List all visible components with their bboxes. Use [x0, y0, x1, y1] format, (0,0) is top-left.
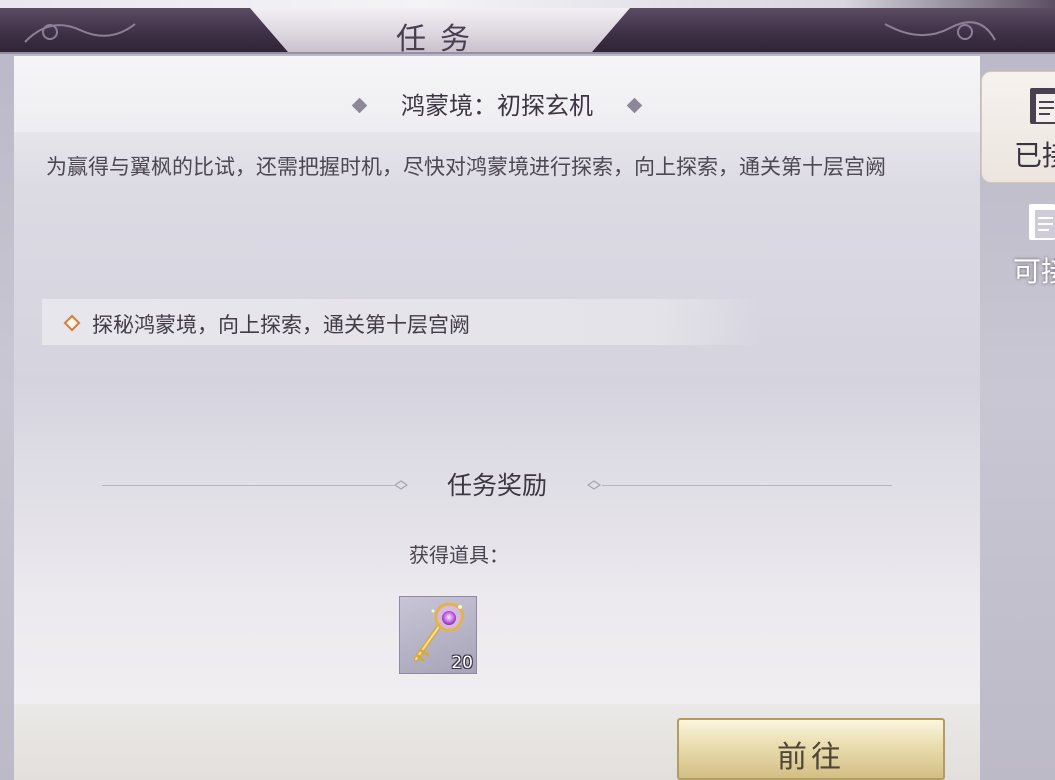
item-count: 20 — [451, 653, 473, 673]
task-description: 为赢得与翼枫的比试，还需把握时机，尽快对鸿蒙境进行探索，向上探索，通关第十层宫阙 — [46, 155, 886, 179]
divider-line-right — [602, 485, 892, 486]
task-title: 鸿蒙境：初探玄机 — [401, 92, 593, 120]
swirl-ornament-icon — [24, 23, 136, 43]
knot-ornament-icon — [394, 480, 408, 490]
tab-accepted-label: 已接 — [1014, 139, 1055, 172]
page-title: 任务 — [396, 22, 484, 57]
task-title-header: 鸿蒙境：初探玄机 — [14, 56, 980, 132]
swirl-ornament-icon — [884, 21, 996, 41]
objective-bullet-icon — [63, 314, 81, 332]
goto-button[interactable]: 前往 — [677, 718, 945, 780]
title-bar: 任务 — [0, 8, 1055, 57]
scroll-icon — [1029, 204, 1055, 240]
scroll-icon — [1030, 88, 1055, 124]
objective-item: 探秘鸿蒙境，向上探索，通关第十层宫阙 — [42, 299, 762, 345]
objective-text: 探秘鸿蒙境，向上探索，通关第十层宫阙 — [92, 313, 470, 337]
goto-button-label: 前往 — [777, 740, 845, 775]
tab-available[interactable]: 可接 — [981, 188, 1055, 300]
reward-section-title: 任务奖励 — [446, 471, 547, 500]
task-detail-panel: 鸿蒙境：初探玄机 为赢得与翼枫的比试，还需把握时机，尽快对鸿蒙境进行探索，向上探… — [14, 56, 980, 780]
tab-available-label: 可接 — [1013, 255, 1055, 288]
divider-line-left — [102, 485, 394, 486]
reward-items-label: 获得道具： — [409, 543, 509, 567]
knot-ornament-icon — [587, 480, 601, 490]
tab-accepted[interactable]: 已接 — [981, 71, 1055, 183]
reward-item-slot[interactable]: 20 — [399, 596, 477, 674]
